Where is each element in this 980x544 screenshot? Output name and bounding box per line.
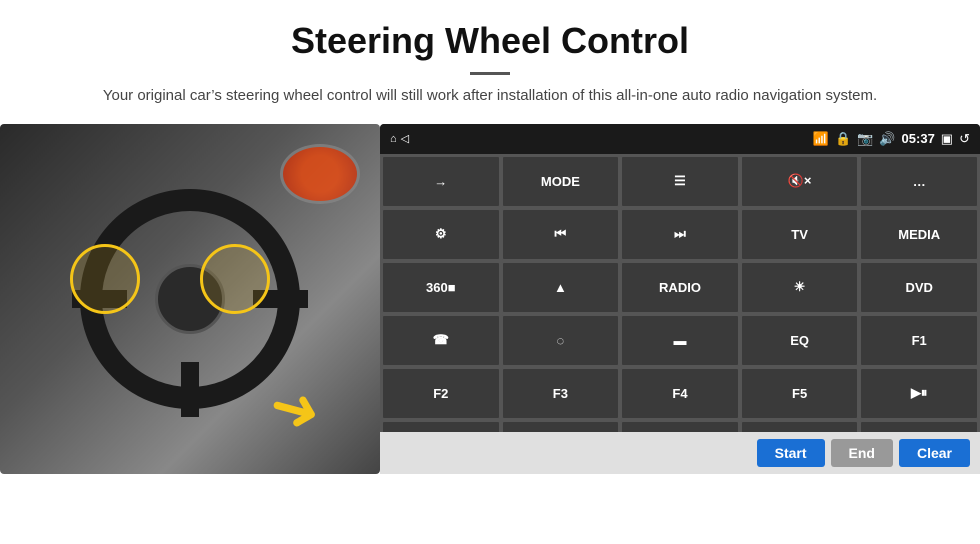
btn-r4-c5[interactable]: F1 [860,315,978,366]
btn-r5-c5[interactable]: ▶⏸ [860,368,978,419]
page-title: Steering Wheel Control [0,0,980,62]
status-bar-right: 📶 🔒 📷 🔊 05:37 ▣ ↺ [813,131,970,147]
sd-icon: 📷 [857,131,873,147]
btn-r1-c4[interactable]: 🔇× [741,156,859,207]
home-icon[interactable]: ⌂ [390,133,397,145]
yellow-arrow: ➜ [262,368,329,449]
dashboard-indicator [280,144,360,204]
clear-button[interactable]: Clear [899,439,970,467]
title-divider [470,72,510,75]
steering-wheel-bg: ➜ [0,124,380,474]
wifi-icon: 📶 [813,131,829,147]
btn-r3-c5[interactable]: DVD [860,262,978,313]
tablet-panel-wrapper: ⌂ ◁ 📶 🔒 📷 🔊 05:37 ▣ ↺ →MODE☰🔇×… ⚙⏮⏭TVMEDI… [380,124,980,474]
btn-r3-c3[interactable]: RADIO [621,262,739,313]
btn-r5-c4[interactable]: F5 [741,368,859,419]
btn-r2-c1[interactable]: ⚙ [382,209,500,260]
btn-r5-c1[interactable]: F2 [382,368,500,419]
subtitle: Your original car’s steering wheel contr… [0,85,980,108]
content-area: ➜ ⌂ ◁ 📶 🔒 📷 🔊 05:37 ▣ ↺ [0,124,980,474]
highlight-circle-right [200,244,270,314]
btn-r1-c1[interactable]: → [382,156,500,207]
status-bar-left: ⌂ ◁ [390,132,409,145]
back-icon[interactable]: ↺ [959,131,970,147]
status-bar: ⌂ ◁ 📶 🔒 📷 🔊 05:37 ▣ ↺ [380,124,980,154]
btn-r4-c1[interactable]: ☎ [382,315,500,366]
status-time: 05:37 [902,131,935,146]
nav-icon[interactable]: ◁ [401,132,409,145]
lock-icon: 🔒 [835,131,851,147]
bottom-toolbar: Start End Clear [380,432,980,474]
btn-r3-c1[interactable]: 360■ [382,262,500,313]
btn-r5-c2[interactable]: F3 [502,368,620,419]
car-image: ➜ [0,124,380,474]
btn-r4-c3[interactable]: ▬ [621,315,739,366]
btn-r4-c2[interactable]: ◌ [502,315,620,366]
btn-r2-c4[interactable]: TV [741,209,859,260]
btn-r2-c2[interactable]: ⏮ [502,209,620,260]
btn-r2-c3[interactable]: ⏭ [621,209,739,260]
buttons-grid: →MODE☰🔇×… ⚙⏮⏭TVMEDIA 360■▲RADIO☀DVD ☎◌▬EQF1… [380,154,980,474]
bt-icon: 🔊 [879,131,895,147]
spoke-bottom [181,362,199,417]
btn-r1-c2[interactable]: MODE [502,156,620,207]
btn-r1-c3[interactable]: ☰ [621,156,739,207]
btn-r5-c3[interactable]: F4 [621,368,739,419]
btn-r3-c2[interactable]: ▲ [502,262,620,313]
highlight-circle-left [70,244,140,314]
end-button[interactable]: End [831,439,893,467]
start-button[interactable]: Start [757,439,825,467]
btn-r1-c5[interactable]: … [860,156,978,207]
btn-r3-c4[interactable]: ☀ [741,262,859,313]
screen-icon: ▣ [941,131,953,147]
tablet-panel: ⌂ ◁ 📶 🔒 📷 🔊 05:37 ▣ ↺ →MODE☰🔇×… ⚙⏮⏭TVMEDI… [380,124,980,474]
btn-r4-c4[interactable]: EQ [741,315,859,366]
btn-r2-c5[interactable]: MEDIA [860,209,978,260]
